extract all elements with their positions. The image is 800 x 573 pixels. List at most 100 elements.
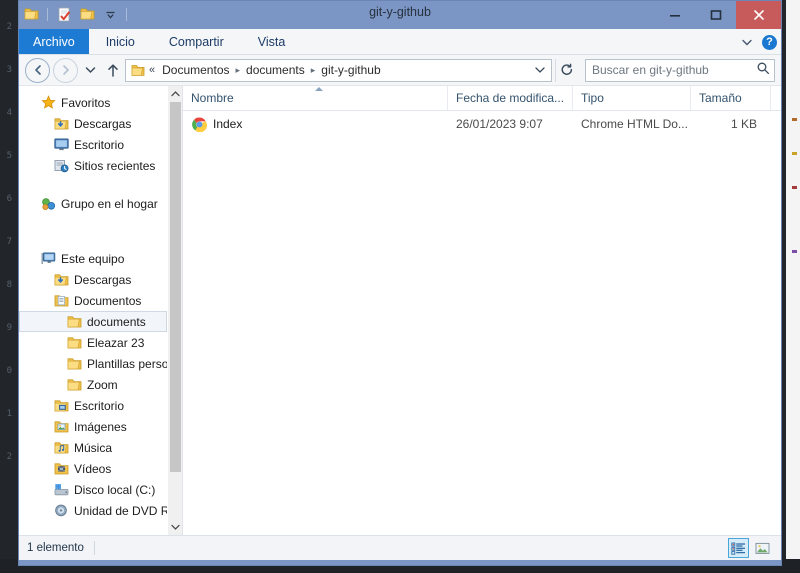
sidebar-item-label: Descargas bbox=[74, 272, 132, 287]
dvd-drive-icon bbox=[53, 503, 69, 519]
close-button[interactable] bbox=[736, 1, 781, 29]
scrollbar-thumb[interactable] bbox=[169, 102, 181, 472]
search-input[interactable]: Buscar en git-y-github bbox=[592, 63, 756, 77]
address-bar[interactable]: « Documentos ▸ documents ▸ git-y-github bbox=[125, 58, 552, 82]
help-icon[interactable]: ? bbox=[762, 34, 777, 50]
sidebar-item-plantillas-personalizadas[interactable]: Plantillas perso bbox=[19, 353, 167, 374]
music-folder-icon bbox=[53, 440, 69, 456]
sidebar-item-imagenes[interactable]: Imágenes bbox=[19, 416, 167, 437]
sidebar-item-label: Unidad de DVD R bbox=[74, 503, 167, 518]
marker-dot bbox=[792, 186, 797, 189]
maximize-button[interactable] bbox=[695, 1, 736, 29]
sidebar-item-label: Descargas bbox=[74, 116, 132, 131]
line-number: 8 bbox=[6, 280, 12, 290]
sidebar-item-label: documents bbox=[87, 314, 146, 329]
chevron-right-icon[interactable]: ▸ bbox=[309, 65, 318, 76]
tab-archivo[interactable]: Archivo bbox=[19, 29, 89, 54]
line-number: 7 bbox=[6, 237, 12, 247]
sidebar-item-disco-local-c[interactable]: Disco local (C:) bbox=[19, 479, 167, 500]
refresh-button[interactable] bbox=[555, 58, 578, 82]
search-box[interactable]: Buscar en git-y-github bbox=[585, 58, 775, 82]
homegroup-icon bbox=[40, 196, 56, 212]
column-label: Nombre bbox=[191, 91, 234, 105]
file-rows[interactable]: Index 26/01/2023 9:07 Chrome HTML Do... … bbox=[183, 111, 781, 535]
tab-inicio[interactable]: Inicio bbox=[89, 29, 152, 54]
toolbar-separator bbox=[47, 7, 48, 21]
desktop-icon bbox=[53, 137, 69, 153]
sidebar-item-documentos[interactable]: Documentos bbox=[19, 290, 167, 311]
breadcrumb-item-documentos[interactable]: Documentos bbox=[160, 63, 231, 77]
column-label: Tamaño bbox=[699, 91, 742, 105]
chevron-down-icon[interactable] bbox=[100, 4, 120, 24]
sidebar-item-grupo-en-el-hogar[interactable]: Grupo en el hogar bbox=[19, 193, 167, 214]
folder-icon bbox=[66, 377, 82, 393]
column-header-filler bbox=[771, 86, 781, 110]
sidebar-item-descargas[interactable]: Descargas bbox=[19, 113, 167, 134]
sidebar-item-zoom[interactable]: Zoom bbox=[19, 374, 167, 395]
sidebar-item-este-equipo[interactable]: Este equipo bbox=[19, 248, 167, 269]
sort-ascending-icon bbox=[315, 87, 323, 91]
file-name-cell[interactable]: Index bbox=[183, 116, 448, 132]
minimize-button[interactable] bbox=[654, 1, 695, 29]
sidebar-item-label: Este equipo bbox=[61, 251, 125, 266]
recent-locations-button[interactable] bbox=[81, 58, 100, 83]
sidebar-item-unidad-de-dvd[interactable]: Unidad de DVD R bbox=[19, 500, 167, 521]
sidebar-item-label: Favoritos bbox=[61, 95, 111, 110]
column-header-tamano[interactable]: Tamaño bbox=[691, 86, 771, 110]
chevron-right-icon[interactable]: ▸ bbox=[234, 65, 243, 76]
chevron-down-icon[interactable] bbox=[531, 66, 549, 74]
sidebar-item-escritorio[interactable]: Escritorio bbox=[19, 134, 167, 155]
line-number: 2 bbox=[6, 452, 12, 462]
sidebar-item-label: Disco local (C:) bbox=[74, 482, 156, 497]
scrollbar-track[interactable] bbox=[167, 472, 183, 519]
file-type-cell: Chrome HTML Do... bbox=[581, 117, 688, 131]
sidebar-item-sitios-recientes[interactable]: Sitios recientes bbox=[19, 155, 167, 176]
back-button[interactable] bbox=[25, 57, 50, 83]
hard-drive-icon bbox=[53, 482, 69, 498]
sidebar-item-favoritos[interactable]: Favoritos bbox=[19, 92, 167, 113]
large-icons-view-button[interactable] bbox=[752, 538, 773, 558]
sidebar-item-escritorio-pc[interactable]: Escritorio bbox=[19, 395, 167, 416]
navigation-pane-scrollbar[interactable] bbox=[167, 86, 183, 535]
status-item-count: 1 elemento bbox=[27, 542, 84, 554]
new-folder-icon[interactable] bbox=[77, 4, 97, 24]
ribbon-right-controls: ? bbox=[740, 29, 777, 55]
chevron-down-icon[interactable] bbox=[740, 35, 754, 49]
tab-compartir[interactable]: Compartir bbox=[152, 29, 241, 54]
folder-icon[interactable] bbox=[21, 4, 41, 24]
sidebar-item-eleazar-23[interactable]: Eleazar 23 bbox=[19, 332, 167, 353]
sidebar-item-label: Eleazar 23 bbox=[87, 335, 145, 350]
folder-icon bbox=[66, 356, 82, 372]
sidebar-item-musica[interactable]: Música bbox=[19, 437, 167, 458]
navigation-pane: Favoritos Descargas Escritorio Sitios re… bbox=[19, 86, 167, 535]
breadcrumb-overflow[interactable]: « bbox=[146, 64, 158, 76]
column-header-tipo[interactable]: Tipo bbox=[573, 86, 691, 110]
scroll-up-button[interactable] bbox=[168, 86, 183, 102]
sidebar-item-documents[interactable]: documents bbox=[19, 311, 167, 332]
line-number: 5 bbox=[6, 151, 12, 161]
breadcrumb-item-documents[interactable]: documents bbox=[244, 63, 307, 77]
up-button[interactable] bbox=[103, 58, 122, 83]
file-modified-cell: 26/01/2023 9:07 bbox=[456, 117, 543, 131]
view-mode-buttons bbox=[728, 538, 773, 558]
column-header-fecha[interactable]: Fecha de modifica... bbox=[448, 86, 573, 110]
marker-dot bbox=[792, 118, 797, 121]
properties-icon[interactable] bbox=[54, 4, 74, 24]
breadcrumb-item-git-y-github[interactable]: git-y-github bbox=[319, 63, 382, 77]
sidebar-item-videos[interactable]: Vídeos bbox=[19, 458, 167, 479]
column-header-nombre[interactable]: Nombre bbox=[183, 86, 448, 110]
forward-button[interactable] bbox=[53, 57, 78, 83]
tab-vista[interactable]: Vista bbox=[241, 29, 303, 54]
sidebar-item-descargas-pc[interactable]: Descargas bbox=[19, 269, 167, 290]
search-icon[interactable] bbox=[756, 61, 770, 80]
column-label: Fecha de modifica... bbox=[456, 91, 565, 105]
folder-icon bbox=[66, 335, 82, 351]
scroll-down-button[interactable] bbox=[168, 519, 183, 535]
details-view-button[interactable] bbox=[728, 538, 749, 558]
table-row[interactable]: Index 26/01/2023 9:07 Chrome HTML Do... … bbox=[183, 111, 781, 137]
sidebar-item-label: Vídeos bbox=[74, 461, 112, 476]
file-explorer-window: git-y-github Archivo Inicio Compartir Vi… bbox=[18, 0, 782, 566]
folder-icon bbox=[130, 62, 146, 78]
